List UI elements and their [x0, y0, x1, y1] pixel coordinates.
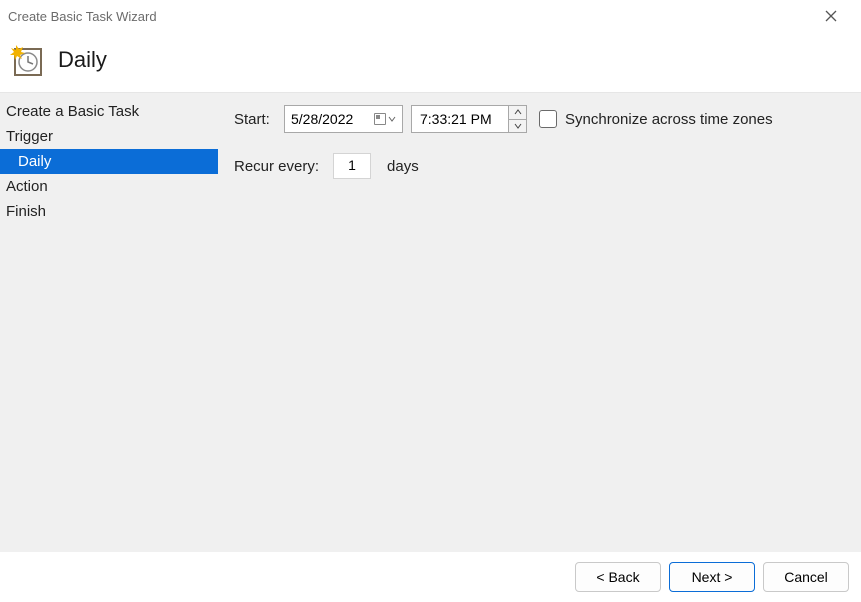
main-panel: Start: 5/28/2022 7:33:21 PM [218, 93, 861, 552]
footer-buttons: < Back Next > Cancel [575, 562, 849, 592]
task-clock-icon [10, 43, 44, 77]
sidebar-step-2[interactable]: Daily [0, 149, 218, 174]
time-spin-down[interactable] [509, 120, 526, 133]
sidebar-step-3[interactable]: Action [0, 174, 218, 199]
back-button[interactable]: < Back [575, 562, 661, 592]
recur-unit-label: days [387, 158, 419, 175]
sync-timezones-label: Synchronize across time zones [565, 111, 773, 128]
start-date-value: 5/28/2022 [291, 111, 353, 127]
time-spin-up[interactable] [509, 106, 526, 120]
chevron-up-icon [514, 109, 522, 115]
close-button[interactable] [811, 2, 851, 30]
calendar-dropdown-icon [374, 113, 396, 125]
start-time-value: 7:33:21 PM [418, 111, 492, 127]
window-title: Create Basic Task Wizard [8, 9, 157, 24]
recur-label: Recur every: [234, 158, 319, 175]
close-icon [825, 10, 837, 22]
sync-timezones-checkbox[interactable] [539, 110, 557, 128]
page-title: Daily [58, 47, 107, 73]
titlebar: Create Basic Task Wizard [0, 0, 861, 32]
content-area: Create a Basic TaskTriggerDailyActionFin… [0, 92, 861, 552]
wizard-steps-sidebar: Create a Basic TaskTriggerDailyActionFin… [0, 93, 218, 552]
sidebar-step-4[interactable]: Finish [0, 199, 218, 224]
start-label: Start: [234, 111, 276, 128]
sidebar-step-1[interactable]: Trigger [0, 124, 218, 149]
recur-row: Recur every: 1 days [234, 153, 845, 179]
header: Daily [0, 32, 861, 92]
start-date-picker[interactable]: 5/28/2022 [284, 105, 403, 133]
start-time-picker[interactable]: 7:33:21 PM [411, 105, 527, 133]
next-button[interactable]: Next > [669, 562, 755, 592]
start-row: Start: 5/28/2022 7:33:21 PM [234, 105, 845, 133]
recur-interval-input[interactable]: 1 [333, 153, 371, 179]
sidebar-step-0[interactable]: Create a Basic Task [0, 99, 218, 124]
cancel-button[interactable]: Cancel [763, 562, 849, 592]
chevron-down-icon [514, 123, 522, 129]
time-spinner [508, 106, 526, 132]
